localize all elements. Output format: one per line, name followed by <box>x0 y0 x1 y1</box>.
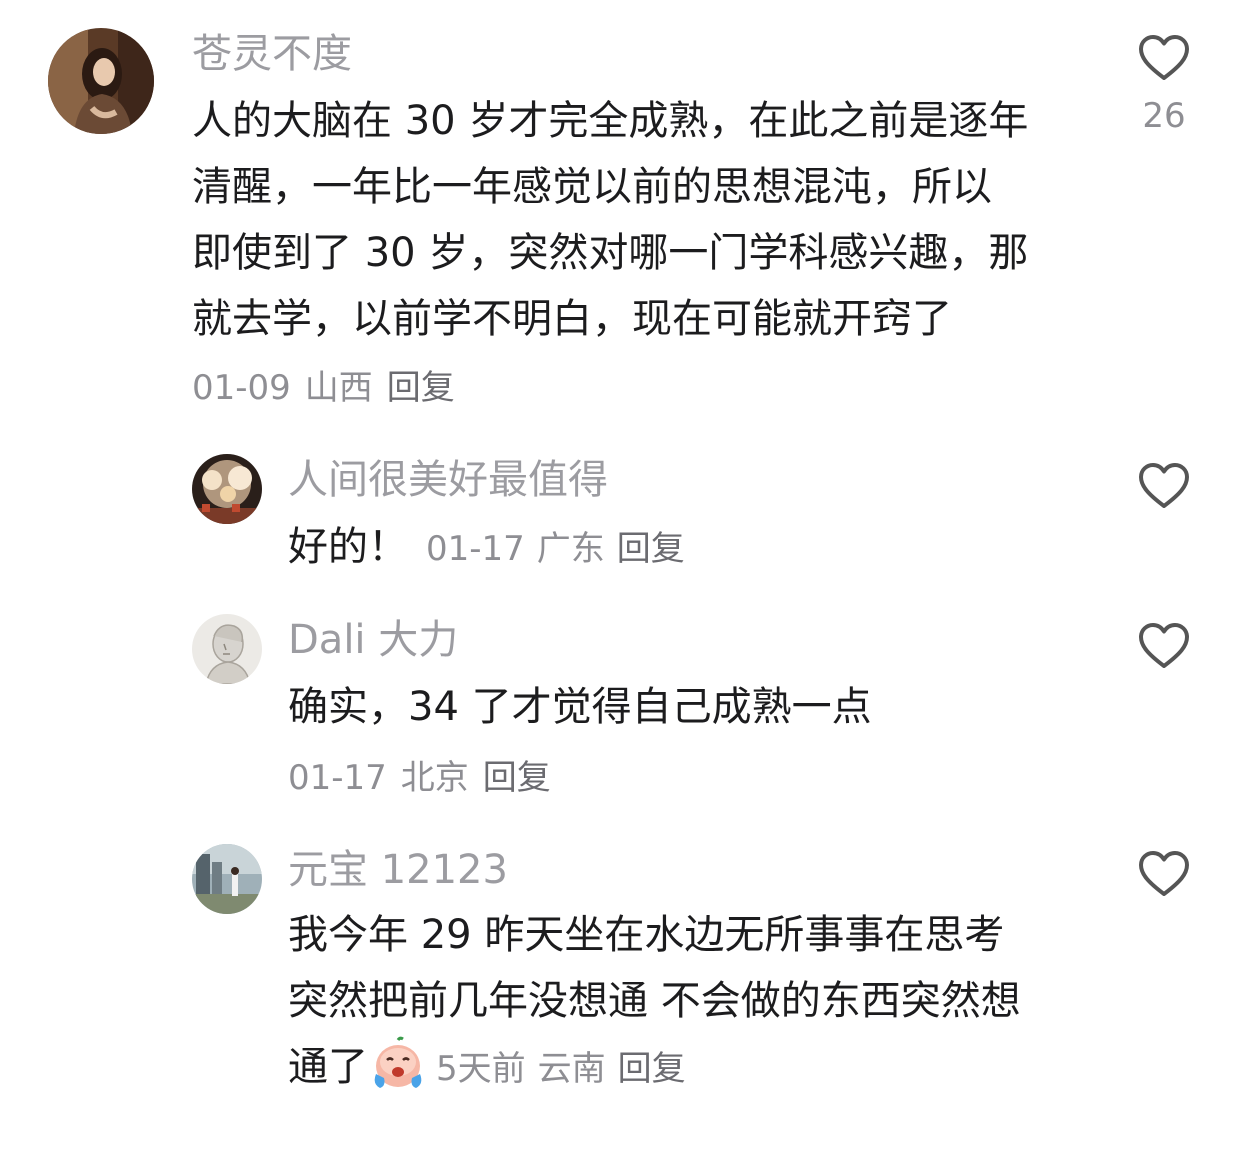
like-button[interactable] <box>1136 622 1192 670</box>
comment-meta: 01-09 山西 回复 <box>192 366 469 410</box>
avatar[interactable] <box>48 28 154 134</box>
comment-meta: 5天前 云南 回复 <box>436 1049 698 1089</box>
comment-text-line: 人的大脑在 30 岁才完全成熟，在此之前是逐年 <box>192 98 1029 144</box>
comment-username[interactable]: Dali 大力 <box>288 616 458 664</box>
reply-button[interactable]: 回复 <box>387 368 455 408</box>
crying-face-emoji-icon <box>374 1036 422 1088</box>
comment-text: 好的！ <box>288 524 408 570</box>
comment-location: 云南 <box>537 1049 606 1089</box>
reply-button[interactable]: 回复 <box>617 529 685 569</box>
like-button[interactable] <box>1136 462 1192 510</box>
heart-icon <box>1139 623 1189 668</box>
heart-icon <box>1139 851 1189 896</box>
comment-text-line: 我今年 29 昨天坐在水边无所事事在思考 <box>288 912 1005 958</box>
comment-meta: 01-17 北京 回复 <box>288 756 565 800</box>
comment-text: 我今年 29 昨天坐在水边无所事事在思考 突然把前几年没想通 不会做的东西突然想… <box>288 902 1108 1102</box>
comment-text-line: 通了 <box>288 1044 368 1090</box>
fireworks-avatar-icon <box>192 454 262 524</box>
heart-icon <box>1139 463 1189 508</box>
like-button[interactable] <box>1136 850 1192 898</box>
comment-date: 01-09 <box>192 368 291 408</box>
comment-username[interactable]: 人间很美好最值得 <box>288 456 608 504</box>
avatar[interactable] <box>192 454 262 524</box>
comment-location: 山西 <box>304 368 373 408</box>
reply-button[interactable]: 回复 <box>618 1049 686 1089</box>
comment-location: 广东 <box>536 529 605 569</box>
comment-username[interactable]: 苍灵不度 <box>192 30 352 78</box>
comment-date: 01-17 <box>288 758 387 798</box>
comment-text-line: 就去学，以前学不明白，现在可能就开窍了 <box>192 296 952 342</box>
avatar[interactable] <box>192 614 262 684</box>
comment-location: 北京 <box>400 758 469 798</box>
heart-icon <box>1139 35 1189 80</box>
reply-button[interactable]: 回复 <box>483 758 551 798</box>
comment-text-line: 突然把前几年没想通 不会做的东西突然想 <box>288 978 1021 1024</box>
portrait-woman-avatar-icon <box>48 28 154 134</box>
statue-bust-avatar-icon <box>192 614 262 684</box>
comment-text-line: 清醒，一年比一年感觉以前的思想混沌，所以 <box>192 164 992 210</box>
comment-text: 确实，34 了才觉得自己成熟一点 <box>288 684 872 730</box>
comment-text: 人的大脑在 30 岁才完全成熟，在此之前是逐年 清醒，一年比一年感觉以前的思想混… <box>192 88 1092 352</box>
comment-text-line-with-meta: 通了 5天前 云南 回复 <box>288 1034 1108 1102</box>
comment-date: 5天前 <box>436 1049 526 1089</box>
street-photo-avatar-icon <box>192 844 262 914</box>
avatar[interactable] <box>192 844 262 914</box>
comment-date: 01-17 <box>426 529 525 569</box>
comment-meta: 01-17 广东 回复 <box>426 529 697 569</box>
comment-text-line: 即使到了 30 岁，突然对哪一门学科感兴趣，那 <box>192 230 1029 276</box>
comment-text-row: 好的！ 01-17 广东 回复 <box>288 514 697 582</box>
like-button[interactable]: 26 <box>1136 34 1192 136</box>
comment-username[interactable]: 元宝 12123 <box>288 846 508 894</box>
like-count: 26 <box>1142 96 1186 136</box>
